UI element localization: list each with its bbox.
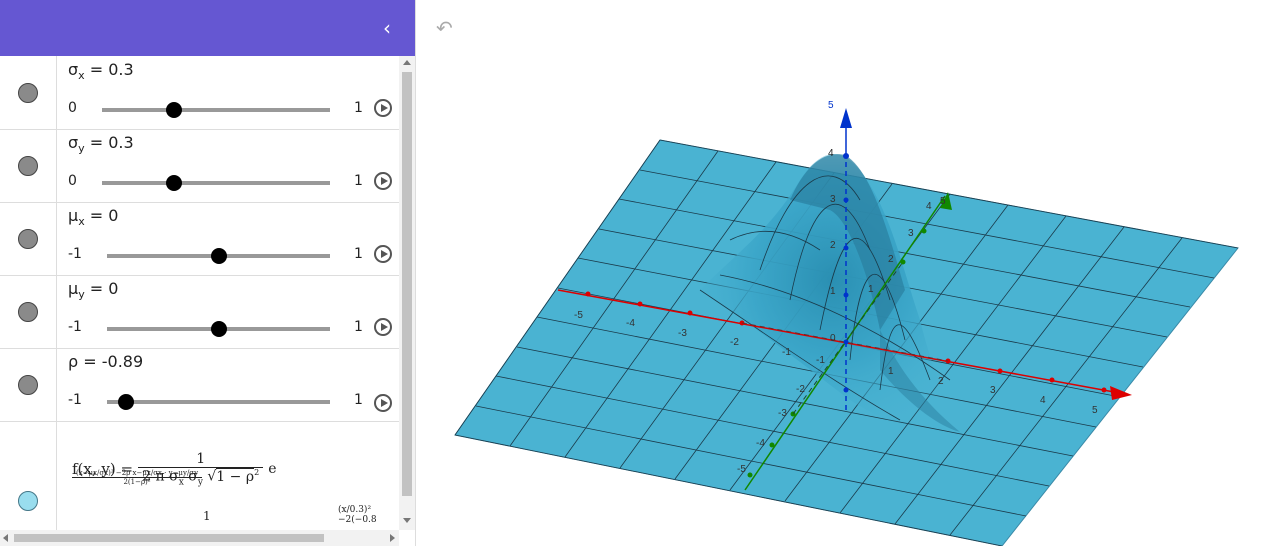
slider-knob[interactable] — [118, 394, 134, 410]
slider-row-rho: ρ = -0.89 -1 1 — [0, 348, 399, 422]
horizontal-scroll-thumb[interactable] — [14, 534, 324, 542]
marble-cell — [0, 56, 57, 129]
play-icon[interactable] — [374, 245, 392, 263]
algebra-rows: σx = 0.3 0 1 σy = 0.3 0 1 μx = 0 -1 1 μy… — [0, 56, 399, 530]
slider-track[interactable] — [102, 108, 330, 112]
scroll-down-icon[interactable] — [403, 518, 411, 523]
slider-min: 0 — [68, 100, 77, 116]
svg-text:-5: -5 — [737, 464, 746, 475]
visibility-toggle[interactable] — [18, 374, 38, 395]
play-icon[interactable] — [374, 172, 392, 190]
marble-cell — [0, 421, 57, 530]
slider-knob[interactable] — [166, 175, 182, 191]
slider-min: 0 — [68, 173, 77, 189]
svg-text:-1: -1 — [782, 347, 791, 358]
slider-knob[interactable] — [166, 102, 182, 118]
graphics-3d-view[interactable]: -5 -4 -3 -2 -1 1 2 3 4 5 -5 -4 -3 -2 -1 … — [416, 0, 1280, 546]
svg-text:-3: -3 — [778, 408, 787, 419]
slider-label[interactable]: ρ = -0.89 — [68, 352, 143, 371]
slider-track[interactable] — [102, 181, 330, 185]
formula-exponent-numerator: (x−μx/σx)² −2ρ x−μx/σx · y−μy/σy — [72, 469, 203, 479]
visibility-toggle[interactable] — [18, 82, 38, 103]
formula-numerator: 1 — [138, 451, 264, 468]
visibility-toggle[interactable] — [18, 228, 38, 249]
svg-text:-5: -5 — [574, 310, 583, 321]
formula-e: e — [268, 461, 277, 478]
marble-cell — [0, 275, 57, 348]
slider-track[interactable] — [107, 400, 330, 404]
visibility-toggle[interactable] — [18, 155, 38, 176]
slider-max: 1 — [354, 246, 363, 262]
svg-text:3: 3 — [908, 228, 914, 239]
slider-label[interactable]: μy = 0 — [68, 279, 118, 301]
svg-text:-4: -4 — [626, 318, 635, 329]
slider-max: 1 — [354, 100, 363, 116]
play-icon[interactable] — [374, 99, 392, 117]
slider-knob[interactable] — [211, 321, 227, 337]
svg-text:4: 4 — [926, 201, 932, 212]
svg-text:0: 0 — [830, 333, 836, 344]
svg-text:2: 2 — [888, 254, 894, 265]
function-formula[interactable]: f(x, y) = 1 2 π σx σy √1 − ρ2 e (x−μx/σx… — [72, 451, 399, 530]
function-row: f(x, y) = 1 2 π σx σy √1 − ρ2 e (x−μx/σx… — [0, 421, 399, 530]
play-icon[interactable] — [374, 394, 392, 412]
vertical-scroll-thumb[interactable] — [402, 72, 412, 496]
svg-text:-3: -3 — [678, 328, 687, 339]
marble-cell — [0, 348, 57, 421]
slider-row-mu-y: μy = 0 -1 1 — [0, 275, 399, 349]
formula-next-numerator: 1 — [203, 509, 211, 523]
slider-label[interactable]: σx = 0.3 — [68, 60, 134, 82]
svg-text:1: 1 — [868, 284, 874, 295]
slider-label[interactable]: μx = 0 — [68, 206, 118, 228]
slider-min: -1 — [68, 392, 82, 408]
algebra-view: ‹ σx = 0.3 0 1 σy = 0.3 0 1 μx = 0 -1 1 … — [0, 0, 416, 546]
slider-max: 1 — [354, 173, 363, 189]
svg-text:2: 2 — [938, 376, 944, 387]
scroll-right-icon[interactable] — [390, 534, 395, 542]
svg-text:5: 5 — [828, 100, 834, 111]
play-icon[interactable] — [374, 318, 392, 336]
svg-text:1: 1 — [888, 366, 894, 377]
slider-knob[interactable] — [211, 248, 227, 264]
svg-text:5: 5 — [1092, 405, 1098, 416]
slider-row-sigma-y: σy = 0.3 0 1 — [0, 129, 399, 203]
visibility-toggle[interactable] — [18, 491, 38, 511]
svg-text:-2: -2 — [730, 337, 739, 348]
svg-text:3: 3 — [990, 385, 996, 396]
algebra-header: ‹ — [0, 0, 415, 56]
slider-label[interactable]: σy = 0.3 — [68, 133, 134, 155]
svg-text:5: 5 — [940, 196, 946, 207]
slider-row-sigma-x: σx = 0.3 0 1 — [0, 56, 399, 130]
horizontal-scrollbar[interactable] — [0, 530, 399, 546]
slider-min: -1 — [68, 319, 82, 335]
svg-text:4: 4 — [828, 148, 834, 159]
slider-row-mu-x: μx = 0 -1 1 — [0, 202, 399, 276]
vertical-scrollbar[interactable] — [399, 56, 415, 530]
visibility-toggle[interactable] — [18, 301, 38, 322]
svg-text:-2: -2 — [796, 384, 805, 395]
slider-max: 1 — [354, 392, 363, 408]
svg-text:-4: -4 — [756, 438, 765, 449]
svg-text:3: 3 — [830, 194, 836, 205]
slider-min: -1 — [68, 246, 82, 262]
svg-text:2: 2 — [830, 240, 836, 251]
svg-text:-1: -1 — [816, 355, 825, 366]
formula-exponent-denominator: 2(1−ρ)² — [123, 478, 151, 487]
formula-next-exponent: (x/0.3)² −2(−0.8 — [338, 505, 377, 525]
scroll-left-icon[interactable] — [3, 534, 8, 542]
svg-text:1: 1 — [830, 286, 836, 297]
slider-max: 1 — [354, 319, 363, 335]
scroll-up-icon[interactable] — [403, 60, 411, 65]
svg-text:4: 4 — [1040, 395, 1046, 406]
marble-cell — [0, 202, 57, 275]
marble-cell — [0, 129, 57, 202]
chevron-left-icon[interactable]: ‹ — [373, 14, 401, 42]
formula-exponent: (x−μx/σx)² −2ρ x−μx/σx · y−μy/σy 2(1−ρ)² — [72, 469, 203, 487]
